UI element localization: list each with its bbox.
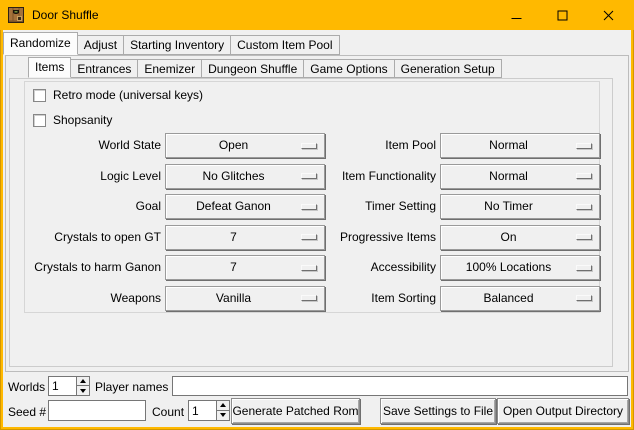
window-title: Door Shuffle (32, 8, 99, 22)
arrow-up-icon (80, 379, 86, 383)
world-state-label: World State (25, 133, 161, 158)
tab-custom-item-pool[interactable]: Custom Item Pool (230, 35, 339, 55)
count-label: Count (152, 402, 184, 422)
item-settings-groupbox: Retro mode (universal keys) Shopsanity W… (24, 81, 600, 313)
goal-label: Goal (25, 194, 161, 219)
dropdown-value: 100% Locations (441, 256, 576, 279)
tab-adjust[interactable]: Adjust (77, 35, 124, 55)
arrow-down-icon (220, 413, 226, 417)
dropdown-value: Normal (441, 165, 576, 188)
count-spin-arrows (216, 401, 229, 420)
item-functionality-label: Item Functionality (265, 164, 436, 189)
seed-label: Seed # (8, 402, 46, 422)
main-tab-bar: Randomize Adjust Starting Inventory Cust… (3, 32, 340, 55)
tab-dungeon-shuffle[interactable]: Dungeon Shuffle (201, 59, 304, 78)
save-settings-button[interactable]: Save Settings to File (380, 398, 496, 424)
dropdown-value: On (441, 226, 576, 249)
titlebar[interactable]: Door Shuffle (0, 0, 634, 30)
checkbox-shopsanity[interactable]: Shopsanity (33, 112, 112, 128)
spin-up-button[interactable] (217, 401, 229, 411)
tab-starting-inventory[interactable]: Starting Inventory (123, 35, 231, 55)
dropdown-indicator-icon (576, 173, 592, 179)
maximize-icon (557, 10, 568, 21)
player-names-label: Player names (95, 377, 168, 397)
dropdown-value: Normal (441, 134, 576, 157)
tab-randomize[interactable]: Randomize (3, 32, 78, 55)
checkbox-icon (33, 89, 46, 102)
minimize-icon (511, 10, 522, 21)
item-pool-dropdown[interactable]: Normal (440, 133, 600, 158)
worlds-spin-arrows (76, 377, 89, 395)
worlds-label: Worlds (8, 377, 45, 397)
progressive-items-dropdown[interactable]: On (440, 225, 600, 250)
tab-entrances[interactable]: Entrances (70, 59, 138, 78)
progressive-items-label: Progressive Items (265, 225, 436, 250)
checkbox-label: Shopsanity (53, 113, 112, 127)
generate-patched-rom-button[interactable]: Generate Patched Rom (231, 398, 360, 424)
accessibility-label: Accessibility (265, 255, 436, 280)
dropdown-indicator-icon (576, 143, 592, 149)
randomize-tab-panel: Retro mode (universal keys) Shopsanity W… (5, 55, 629, 372)
accessibility-dropdown[interactable]: 100% Locations (440, 255, 600, 280)
player-names-input[interactable] (172, 376, 628, 396)
app-icon (8, 7, 24, 23)
open-output-directory-button[interactable]: Open Output Directory (497, 398, 629, 424)
spin-down-button[interactable] (77, 386, 89, 395)
tab-game-options[interactable]: Game Options (303, 59, 394, 78)
seed-input[interactable] (48, 400, 146, 421)
worlds-spinbox (48, 376, 90, 396)
crystals-ganon-label: Crystals to harm Ganon (25, 255, 161, 280)
dropdown-indicator-icon (576, 265, 592, 271)
window-controls (493, 0, 631, 30)
tab-generation-setup[interactable]: Generation Setup (394, 59, 502, 78)
minimize-button[interactable] (493, 0, 539, 30)
item-sorting-label: Item Sorting (265, 286, 436, 311)
spin-up-button[interactable] (77, 377, 89, 386)
timer-setting-label: Timer Setting (265, 194, 436, 219)
timer-setting-dropdown[interactable]: No Timer (440, 194, 600, 219)
app-window: Door Shuffle Retro mode (universal keys) (0, 0, 634, 430)
logic-level-label: Logic Level (25, 164, 161, 189)
dropdown-indicator-icon (576, 295, 592, 301)
item-pool-label: Item Pool (265, 133, 436, 158)
dropdown-value: Balanced (441, 287, 576, 310)
tab-items[interactable]: Items (28, 57, 71, 78)
spin-down-button[interactable] (217, 411, 229, 421)
window-content: Retro mode (universal keys) Shopsanity W… (3, 30, 631, 427)
arrow-up-icon (220, 403, 226, 407)
dropdown-value: No Timer (441, 195, 576, 218)
item-functionality-dropdown[interactable]: Normal (440, 164, 600, 189)
close-button[interactable] (585, 0, 631, 30)
dropdown-indicator-icon (576, 204, 592, 210)
checkbox-icon (33, 114, 46, 127)
close-icon (603, 10, 614, 21)
weapons-label: Weapons (25, 286, 161, 311)
items-tab-panel: Retro mode (universal keys) Shopsanity W… (9, 78, 613, 367)
crystals-gt-label: Crystals to open GT (25, 225, 161, 250)
tab-enemizer[interactable]: Enemizer (137, 59, 202, 78)
worlds-input[interactable] (49, 377, 76, 395)
checkbox-label: Retro mode (universal keys) (53, 88, 203, 102)
count-spinbox (188, 400, 230, 421)
arrow-down-icon (80, 389, 86, 393)
dropdown-indicator-icon (576, 234, 592, 240)
maximize-button[interactable] (539, 0, 585, 30)
checkbox-retro-mode[interactable]: Retro mode (universal keys) (33, 87, 203, 103)
count-input[interactable] (189, 401, 216, 420)
randomize-sub-tab-bar: Items Entrances Enemizer Dungeon Shuffle… (28, 57, 502, 78)
item-sorting-dropdown[interactable]: Balanced (440, 286, 600, 311)
